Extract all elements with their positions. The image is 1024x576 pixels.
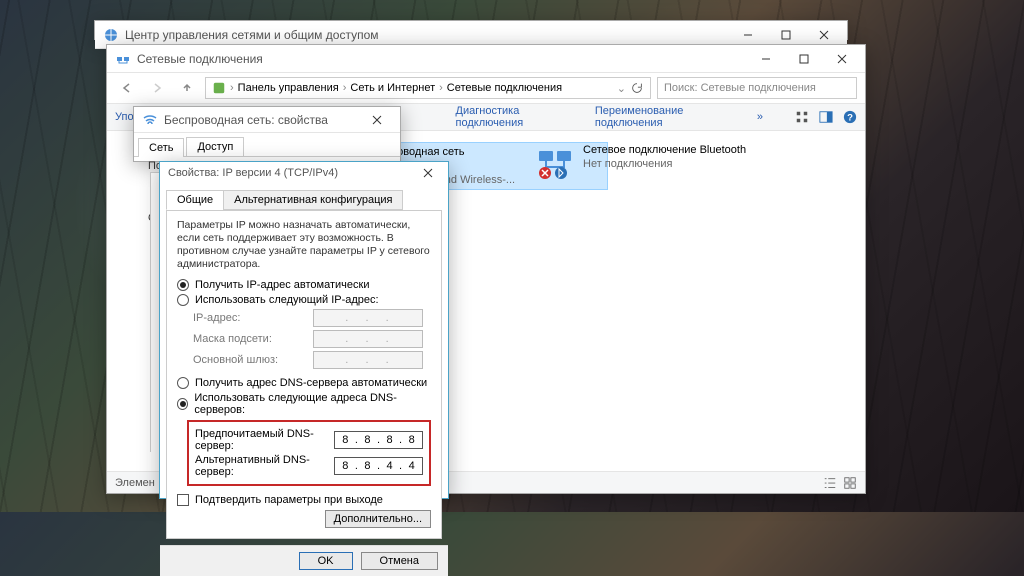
radio-icon xyxy=(177,294,189,306)
alternate-dns-row: Альтернативный DNS-сервер: 8.8.4.4 xyxy=(195,454,423,478)
preferred-dns-row: Предпочитаемый DNS-сервер: 8.8.8.8 xyxy=(195,428,423,452)
bluetooth-name: Сетевое подключение Bluetooth xyxy=(583,143,746,157)
connections-title: Сетевые подключения xyxy=(137,52,747,66)
dialog-buttons: OK Отмена xyxy=(160,545,448,576)
wireless-props-titlebar: Беспроводная сеть: свойства xyxy=(134,107,400,133)
dns-highlight-box: Предпочитаемый DNS-сервер: 8.8.8.8 Альте… xyxy=(187,420,431,486)
radio-icon xyxy=(177,279,189,291)
address-bar: › Панель управления › Сеть и Интернет › … xyxy=(107,73,865,103)
toolbar-rename[interactable]: Переименование подключения xyxy=(595,105,741,129)
ipv4-titlebar: Свойства: IP версии 4 (TCP/IPv4) xyxy=(160,162,448,184)
minimize-button[interactable] xyxy=(747,46,785,72)
preferred-dns-input[interactable]: 8.8.8.8 xyxy=(334,431,423,449)
refresh-icon[interactable] xyxy=(630,81,644,95)
close-button[interactable] xyxy=(358,107,396,133)
network-center-window: Центр управления сетями и общим доступом xyxy=(94,20,848,40)
radio-manual-ip[interactable]: Использовать следующий IP-адрес: xyxy=(177,294,431,306)
wireless-properties-dialog: Беспроводная сеть: свойства Сеть Доступ xyxy=(133,106,401,162)
radio-auto-dns[interactable]: Получить адрес DNS-сервера автоматически xyxy=(177,377,431,389)
ipv4-tabs: Общие Альтернативная конфигурация xyxy=(160,184,448,210)
connections-titlebar: Сетевые подключения xyxy=(107,45,865,73)
breadcrumb-item[interactable]: Сетевые подключения xyxy=(447,82,562,94)
nav-forward-button[interactable] xyxy=(145,76,169,100)
network-item-bluetooth[interactable]: Сетевое подключение Bluetooth Нет подклю… xyxy=(535,143,755,183)
alternate-dns-input[interactable]: 8.8.4.4 xyxy=(334,457,423,475)
radio-manual-dns[interactable]: Использовать следующие адреса DNS-сервер… xyxy=(177,392,431,416)
svg-text:?: ? xyxy=(847,113,853,124)
control-panel-icon xyxy=(212,81,226,95)
checkbox-icon xyxy=(177,494,189,506)
nav-up-button[interactable] xyxy=(175,76,199,100)
breadcrumb-dropdown[interactable]: ⌄ xyxy=(617,82,626,95)
search-placeholder: Поиск: Сетевые подключения xyxy=(664,82,816,94)
tab-access[interactable]: Доступ xyxy=(186,137,244,156)
ip-address-field: IP-адрес: . . . xyxy=(193,309,431,327)
statusbar-text: Элемен xyxy=(115,477,155,489)
view-large-icon[interactable] xyxy=(843,476,857,490)
close-button[interactable] xyxy=(412,162,444,184)
ipv4-body: Параметры IP можно назначать автоматичес… xyxy=(166,210,442,539)
help-icon[interactable]: ? xyxy=(843,110,857,124)
network-center-icon xyxy=(103,27,119,43)
toolbar-overflow[interactable]: » xyxy=(757,111,763,123)
ipv4-description: Параметры IP можно назначать автоматичес… xyxy=(177,219,431,271)
tab-general[interactable]: Общие xyxy=(166,190,224,210)
wireless-props-tabs: Сеть Доступ xyxy=(134,133,400,157)
subnet-mask-input: . . . xyxy=(313,330,423,348)
network-center-title: Центр управления сетями и общим доступом xyxy=(125,28,729,42)
radio-icon xyxy=(177,377,189,389)
ipv4-properties-dialog: Свойства: IP версии 4 (TCP/IPv4) Общие А… xyxy=(159,161,449,499)
connections-icon xyxy=(115,51,131,67)
wifi-icon xyxy=(142,112,158,128)
view-details-icon[interactable] xyxy=(823,476,837,490)
bluetooth-status: Нет подключения xyxy=(583,157,746,171)
breadcrumb-item[interactable]: Сеть и Интернет xyxy=(350,82,435,94)
maximize-button[interactable] xyxy=(785,46,823,72)
nav-back-button[interactable] xyxy=(115,76,139,100)
validate-on-exit-checkbox[interactable]: Подтвердить параметры при выходе xyxy=(177,494,431,506)
ipv4-title: Свойства: IP версии 4 (TCP/IPv4) xyxy=(168,167,412,179)
cancel-button[interactable]: Отмена xyxy=(361,552,438,570)
ip-address-input: . . . xyxy=(313,309,423,327)
tab-alt-config[interactable]: Альтернативная конфигурация xyxy=(223,190,403,210)
breadcrumb[interactable]: › Панель управления › Сеть и Интернет › … xyxy=(205,77,651,99)
tab-network[interactable]: Сеть xyxy=(138,138,184,157)
toolbar-diagnose[interactable]: Диагностика подключения xyxy=(456,105,579,129)
gateway-input: . . . xyxy=(313,351,423,369)
bluetooth-connection-icon xyxy=(535,143,575,183)
breadcrumb-item[interactable]: Панель управления xyxy=(238,82,339,94)
subnet-mask-field: Маска подсети: . . . xyxy=(193,330,431,348)
ok-button[interactable]: OK xyxy=(299,552,353,570)
radio-icon xyxy=(177,398,188,410)
close-button[interactable] xyxy=(823,46,861,72)
wifi-name-partial: роводная сеть xyxy=(391,145,515,159)
view-options-icon[interactable] xyxy=(795,110,809,124)
gateway-field: Основной шлюз: . . . xyxy=(193,351,431,369)
radio-auto-ip[interactable]: Получить IP-адрес автоматически xyxy=(177,279,431,291)
wireless-props-title: Беспроводная сеть: свойства xyxy=(164,113,358,127)
window-controls xyxy=(747,46,861,72)
advanced-button[interactable]: Дополнительно... xyxy=(325,510,431,528)
search-input[interactable]: Поиск: Сетевые подключения xyxy=(657,77,857,99)
preview-pane-icon[interactable] xyxy=(819,110,833,124)
